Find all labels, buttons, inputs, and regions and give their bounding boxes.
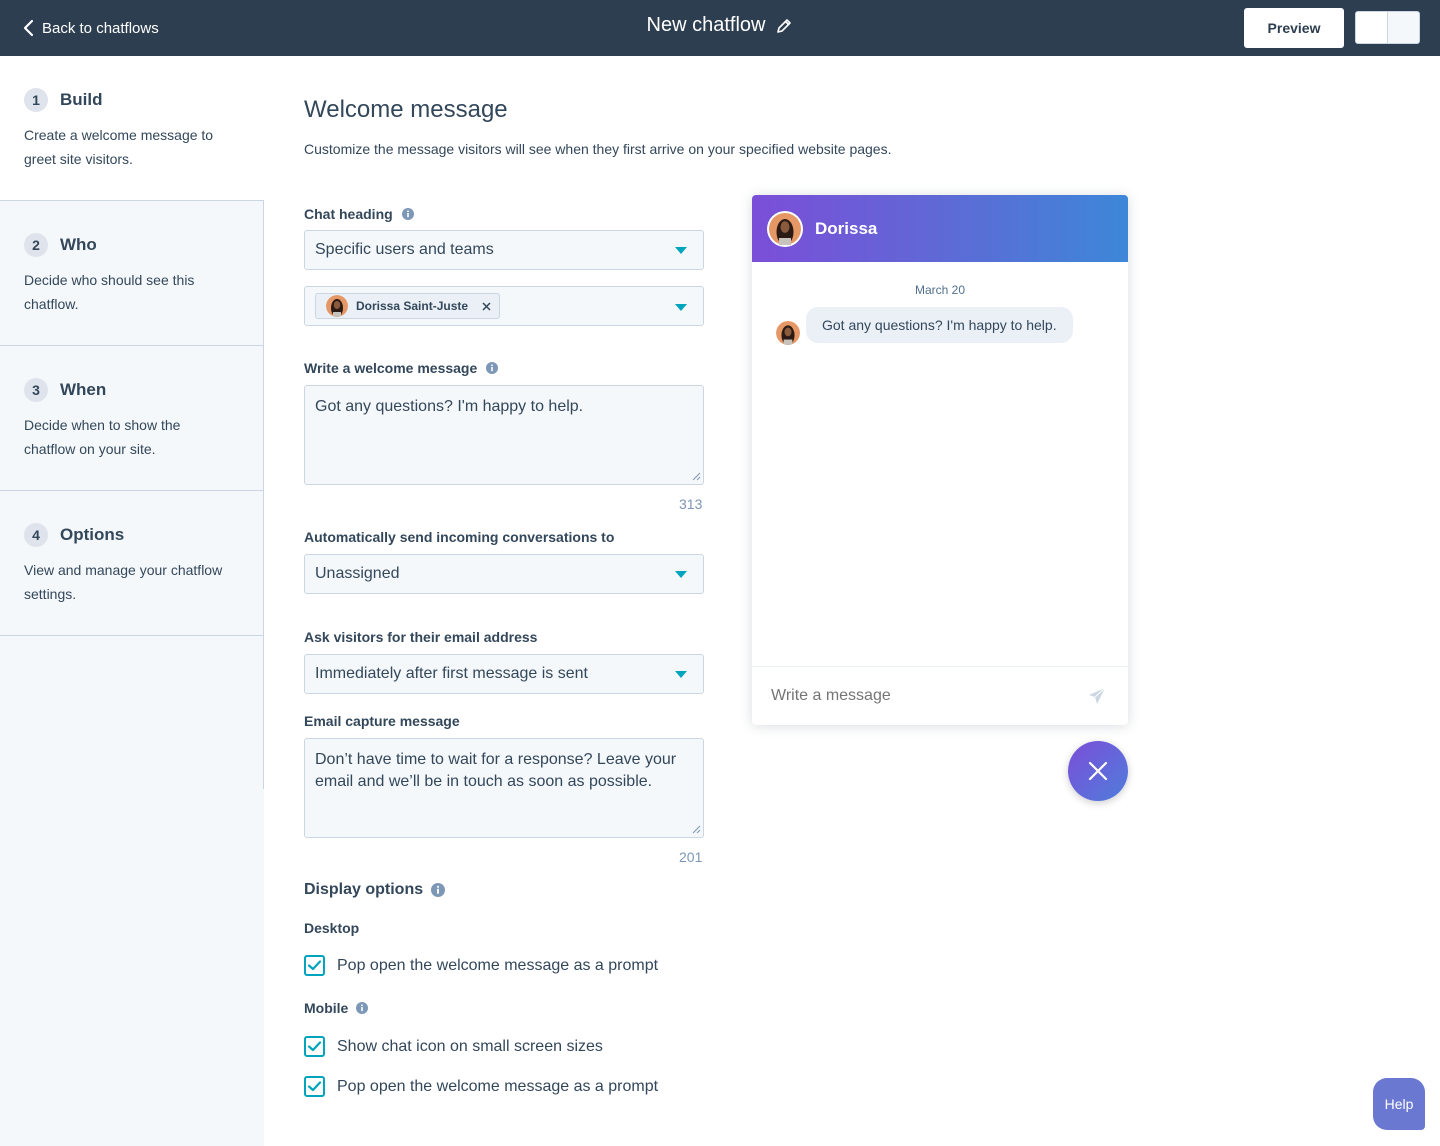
mobile-show-icon-checkbox[interactable] [304,1036,325,1057]
close-chat-button[interactable] [1068,741,1128,801]
welcome-message-textarea[interactable]: Got any questions? I'm happy to help. [304,385,704,485]
step-title: Who [60,235,97,254]
chat-message: Got any questions? I'm happy to help. [776,307,1073,345]
mobile-popup-label: Pop open the welcome message as a prompt [337,1077,659,1095]
selected-user-chip: Dorissa Saint-Juste [315,293,501,319]
mobile-show-icon-checkbox-row[interactable]: Show chat icon on small screen sizes [304,1036,603,1057]
step-when[interactable]: 3 When Decide when to show the chatflow … [0,346,264,491]
message-input[interactable] [771,687,1071,705]
preview-button[interactable]: Preview [1244,8,1344,48]
welcome-message-label-text: Write a welcome message [304,360,478,376]
avatar [776,321,800,345]
section-heading: Welcome message [304,96,508,123]
step-number: 1 [24,88,48,112]
send-icon[interactable] [1088,687,1106,705]
status-toggle[interactable] [1355,11,1420,44]
ask-email-label: Ask visitors for their email address [304,629,538,645]
steps-sidebar: 1 Build Create a welcome message to gree… [0,56,264,1146]
auto-send-select[interactable]: Unassigned [304,554,704,594]
section-description: Customize the message visitors will see … [304,141,892,157]
desktop-label: Desktop [304,920,360,936]
toggle-track [1388,12,1419,43]
email-capture-textarea[interactable]: Don’t have time to wait for a response? … [304,738,704,838]
toggle-knob [1356,12,1388,43]
desktop-popup-checkbox-row[interactable]: Pop open the welcome message as a prompt [304,955,658,976]
info-icon[interactable] [401,208,414,220]
check-icon [308,1041,321,1052]
widget-header: Dorissa [752,195,1128,262]
mobile-popup-checkbox-row[interactable]: Pop open the welcome message as a prompt [304,1076,658,1097]
ask-email-select[interactable]: Immediately after first message is sent [304,654,704,694]
auto-send-value: Unassigned [315,565,400,582]
resize-handle-icon[interactable] [692,825,701,834]
user-picker[interactable]: Dorissa Saint-Juste [304,286,704,326]
avatar [326,295,348,317]
step-description: Decide who should see this chatflow. [24,272,195,312]
caret-down-icon [675,247,687,254]
step-number: 4 [24,523,48,547]
step-title: When [60,380,107,399]
selected-user-name: Dorissa Saint-Juste [356,299,469,313]
step-title: Build [60,90,103,109]
check-icon [308,960,321,971]
chat-heading-select[interactable]: Specific users and teams [304,230,704,270]
chat-heading-value: Specific users and teams [315,241,494,258]
info-icon[interactable] [486,362,499,374]
display-options-title: Display options [304,881,424,898]
mobile-popup-checkbox[interactable] [304,1076,325,1097]
avatar [767,210,803,247]
step-description: Create a welcome message to greet site v… [24,127,214,167]
display-options-heading: Display options [304,881,446,899]
desktop-popup-checkbox[interactable] [304,955,325,976]
back-link-label: Back to chatflows [42,19,159,37]
caret-down-icon [675,304,687,311]
email-capture-character-counter: 201 [679,849,703,865]
close-x-icon[interactable] [482,301,491,311]
desktop-popup-label: Pop open the welcome message as a prompt [337,956,659,974]
help-button[interactable]: Help [1373,1078,1425,1130]
message-bubble: Got any questions? I'm happy to help. [806,307,1073,343]
pencil-icon[interactable] [775,17,793,35]
chat-widget-preview: Dorissa March 20 Got any questions? I'm … [752,195,1128,725]
welcome-message-label: Write a welcome message [304,360,499,376]
mobile-show-icon-label: Show chat icon on small screen sizes [337,1037,603,1055]
info-icon[interactable] [356,1002,369,1014]
ask-email-value: Immediately after first message is sent [315,665,588,682]
mobile-label: Mobile [304,1000,369,1016]
auto-send-label: Automatically send incoming conversation… [304,529,615,545]
step-who[interactable]: 2 Who Decide who should see this chatflo… [0,201,264,346]
resize-handle-icon[interactable] [692,472,701,481]
step-number: 2 [24,233,48,257]
chat-heading-label-text: Chat heading [304,206,393,222]
email-capture-label: Email capture message [304,713,460,729]
caret-down-icon [675,571,687,578]
welcome-character-counter: 313 [679,496,703,512]
top-bar: Back to chatflows New chatflow Preview [0,0,1440,56]
check-icon [308,1081,321,1092]
mobile-label-text: Mobile [304,1000,349,1016]
caret-down-icon [675,671,687,678]
chat-heading-label: Chat heading [304,206,414,222]
step-number: 3 [24,378,48,402]
agent-name: Dorissa [815,218,878,238]
chevron-left-icon [23,19,34,37]
close-x-icon [1088,761,1108,781]
chat-date: March 20 [914,283,966,297]
step-build[interactable]: 1 Build Create a welcome message to gree… [0,56,264,201]
step-options[interactable]: 4 Options View and manage your chatflow … [0,491,264,636]
page-title: New chatflow [646,14,766,36]
step-description: View and manage your chatflow settings. [24,562,223,602]
info-icon[interactable] [431,883,446,897]
widget-footer [752,666,1128,725]
sidebar-divider [263,636,264,789]
back-to-chatflows-link[interactable]: Back to chatflows [22,16,159,40]
step-title: Options [60,525,125,544]
step-description: Decide when to show the chatflow on your… [24,417,181,457]
